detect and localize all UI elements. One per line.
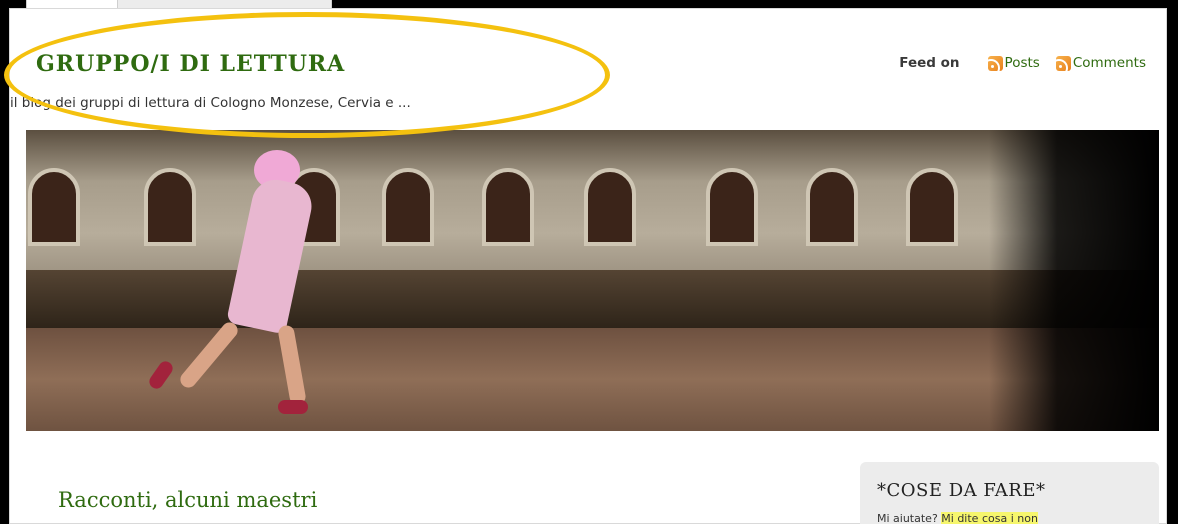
post-title[interactable]: Racconti, alcuni maestri: [58, 488, 317, 512]
banner-window: [382, 168, 434, 246]
sidebar-text-highlight: Mi dite cosa: [941, 512, 1011, 524]
feed-posts-label: Posts: [1004, 55, 1040, 71]
sidebar-widget-text: Mi aiutate? Mi dite cosa i non: [877, 512, 1147, 524]
feed-comments-link[interactable]: Comments: [1055, 55, 1146, 71]
banner-window: [144, 168, 196, 246]
banner-window: [706, 168, 758, 246]
banner-window: [906, 168, 958, 246]
blog-title[interactable]: GRUPPO/I DI LETTURA: [36, 51, 345, 77]
banner-window: [28, 168, 80, 246]
rss-icon: [987, 55, 1003, 71]
sidebar-widget: *COSE DA FARE* Mi aiutate? Mi dite cosa …: [860, 462, 1159, 524]
sidebar-text-rest: i non: [1010, 512, 1038, 524]
header-banner-photo: [26, 130, 1159, 431]
sidebar-widget-title: *COSE DA FARE*: [877, 480, 1046, 501]
banner-girl-shoe: [278, 400, 308, 414]
feed-comments-label: Comments: [1072, 55, 1146, 71]
banner-shadow: [989, 130, 1159, 431]
feed-label: Feed on: [899, 55, 960, 71]
banner-window: [482, 168, 534, 246]
feed-posts-link[interactable]: Posts: [987, 55, 1040, 71]
blog-description: il blog dei gruppi di lettura di Cologno…: [10, 95, 411, 111]
sidebar-text-plain: Mi aiutate?: [877, 512, 942, 524]
browser-tab-strip: [118, 0, 332, 8]
feed-links: Feed on Posts Comments: [899, 55, 1146, 71]
banner-window: [806, 168, 858, 246]
banner-window: [584, 168, 636, 246]
rss-icon: [1055, 55, 1071, 71]
